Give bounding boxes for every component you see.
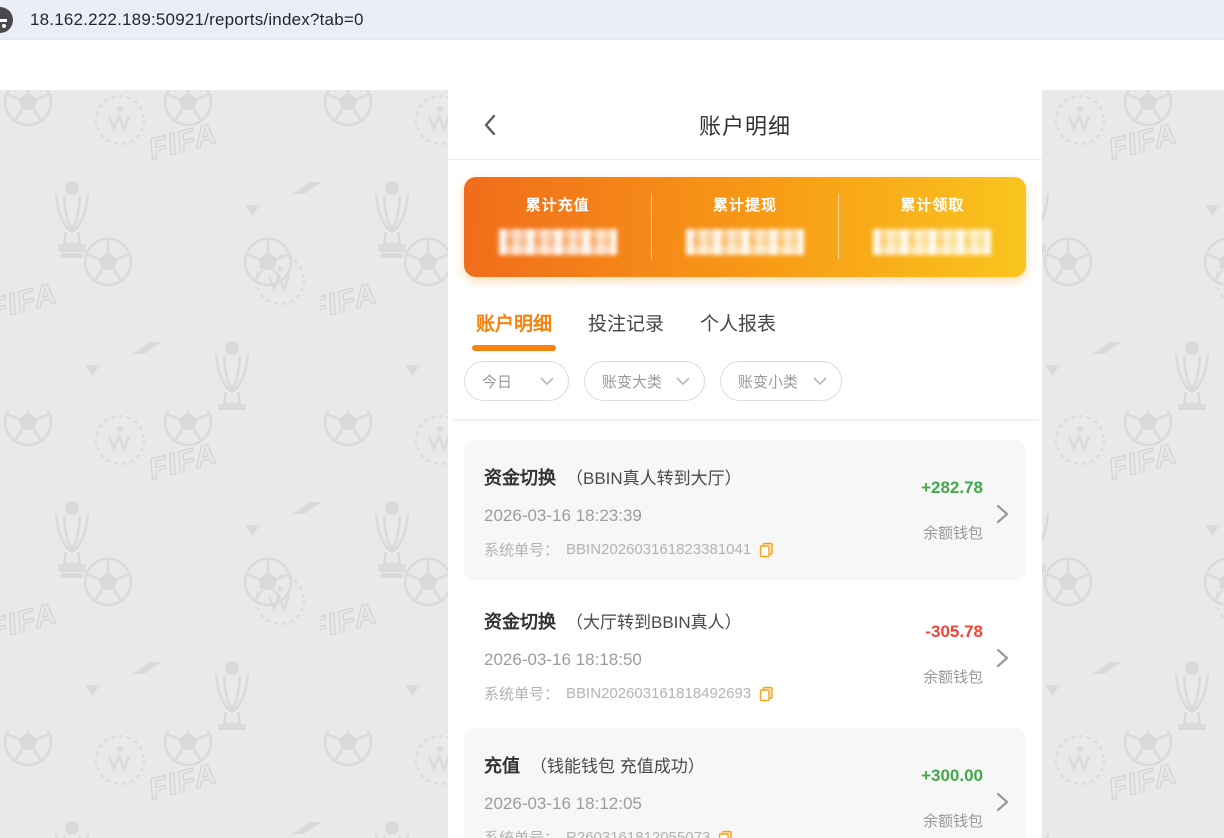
- filter-minor-type-dropdown[interactable]: 账变小类: [720, 361, 842, 401]
- chevron-left-icon: [484, 114, 496, 135]
- summary-total-withdraw: 累计提现: [651, 177, 838, 277]
- txn-type: 资金切换: [484, 612, 556, 632]
- app-header: 账户明细: [448, 90, 1042, 160]
- screen: 18.162.222.189:50921/reports/index?tab=0: [0, 0, 1224, 838]
- transaction-row[interactable]: 资金切换 （大厅转到BBIN真人） 2026-03-16 18:18:50 系统…: [464, 584, 1026, 724]
- transaction-row[interactable]: 充值 （钱能钱包 充值成功） 2026-03-16 18:12:05 系统单号：…: [464, 728, 1026, 838]
- copy-icon[interactable]: [758, 541, 775, 558]
- filter-label: 今日: [482, 373, 513, 391]
- divider: [838, 193, 840, 259]
- summary-total-claimed: 累计领取: [839, 177, 1026, 277]
- back-button[interactable]: [476, 111, 504, 139]
- txn-amount: -305.78: [925, 622, 983, 641]
- txn-wallet: 余额钱包: [922, 525, 983, 542]
- filter-date-dropdown[interactable]: 今日: [464, 361, 569, 401]
- tab-bar: 账户明细 投注记录 个人报表: [448, 277, 1042, 351]
- filter-bar: 今日 账变大类 账变小类: [448, 351, 1042, 419]
- page-title: 账户明细: [698, 113, 791, 139]
- txn-amount-block: +300.00 余额钱包: [921, 752, 983, 838]
- tab-account-details[interactable]: 账户明细: [472, 309, 556, 351]
- tab-label: 投注记录: [587, 314, 664, 335]
- summary-section: 累计充值 累计提现 累计领取: [448, 160, 1042, 277]
- tab-label: 账户明细: [475, 314, 552, 335]
- masked-value: [873, 229, 992, 255]
- txn-info: 资金切换 （大厅转到BBIN真人） 2026-03-16 18:18:50 系统…: [484, 608, 923, 708]
- txn-wallet: 余额钱包: [922, 813, 983, 830]
- summary-label: 累计提现: [712, 197, 777, 214]
- txn-order-label: 系统单号：: [484, 542, 560, 559]
- txn-order-no: R2603161812055073: [566, 829, 711, 838]
- chevron-right-icon[interactable]: [995, 503, 1010, 525]
- txn-amount-block: -305.78 余额钱包: [923, 608, 983, 708]
- txn-amount: +300.00: [921, 766, 983, 785]
- txn-description: （钱能钱包 充值成功）: [530, 757, 705, 776]
- tab-bet-records[interactable]: 投注记录: [584, 309, 668, 351]
- txn-datetime: 2026-03-16 18:23:39: [484, 506, 642, 525]
- copy-icon[interactable]: [717, 829, 734, 838]
- filter-label: 账变小类: [738, 373, 799, 391]
- chevron-down-icon: [540, 377, 554, 385]
- txn-info: 资金切换 （BBIN真人转到大厅） 2026-03-16 18:23:39 系统…: [484, 464, 921, 564]
- txn-order-no: BBIN202603161818492693: [566, 685, 752, 702]
- transaction-row[interactable]: 资金切换 （BBIN真人转到大厅） 2026-03-16 18:23:39 系统…: [464, 440, 1026, 580]
- chevron-right-icon[interactable]: [995, 791, 1010, 813]
- transaction-list: 资金切换 （BBIN真人转到大厅） 2026-03-16 18:23:39 系统…: [448, 419, 1042, 838]
- summary-label: 累计领取: [900, 197, 965, 214]
- url-text[interactable]: 18.162.222.189:50921/reports/index?tab=0: [30, 10, 364, 30]
- txn-description: （大厅转到BBIN真人）: [566, 613, 742, 632]
- txn-description: （BBIN真人转到大厅）: [566, 469, 742, 488]
- divider: [651, 193, 653, 259]
- masked-value: [498, 229, 617, 255]
- chevron-down-icon: [813, 377, 827, 385]
- txn-datetime: 2026-03-16 18:18:50: [484, 650, 642, 669]
- txn-type: 资金切换: [484, 468, 556, 488]
- summary-label: 累计充值: [525, 197, 590, 214]
- chevron-down-icon: [676, 377, 690, 385]
- txn-type: 充值: [484, 756, 520, 776]
- txn-wallet: 余额钱包: [922, 669, 983, 686]
- app-panel: 账户明细 累计充值 累计提现 累计领取 账户明细 投注记录 个人报表 今日 账变…: [448, 40, 1042, 838]
- txn-order-no: BBIN202603161823381041: [566, 541, 752, 558]
- txn-datetime: 2026-03-16 18:12:05: [484, 794, 642, 813]
- filter-label: 账变大类: [602, 373, 663, 391]
- copy-icon[interactable]: [758, 685, 775, 702]
- masked-value: [685, 229, 804, 255]
- txn-amount-block: +282.78 余额钱包: [921, 464, 983, 564]
- filter-major-type-dropdown[interactable]: 账变大类: [584, 361, 705, 401]
- site-favicon-icon: [0, 7, 13, 33]
- txn-order-label: 系统单号：: [484, 686, 560, 703]
- txn-amount: +282.78: [921, 478, 983, 497]
- tab-label: 个人报表: [699, 314, 776, 335]
- txn-order-label: 系统单号：: [484, 827, 559, 838]
- tab-personal-report[interactable]: 个人报表: [696, 309, 780, 351]
- txn-info: 充值 （钱能钱包 充值成功） 2026-03-16 18:12:05 系统单号：…: [484, 752, 921, 838]
- chevron-right-icon[interactable]: [995, 647, 1010, 669]
- summary-total-deposit: 累计充值: [464, 177, 651, 277]
- summary-card: 累计充值 累计提现 累计领取: [464, 177, 1026, 277]
- browser-address-bar[interactable]: 18.162.222.189:50921/reports/index?tab=0: [0, 0, 1224, 40]
